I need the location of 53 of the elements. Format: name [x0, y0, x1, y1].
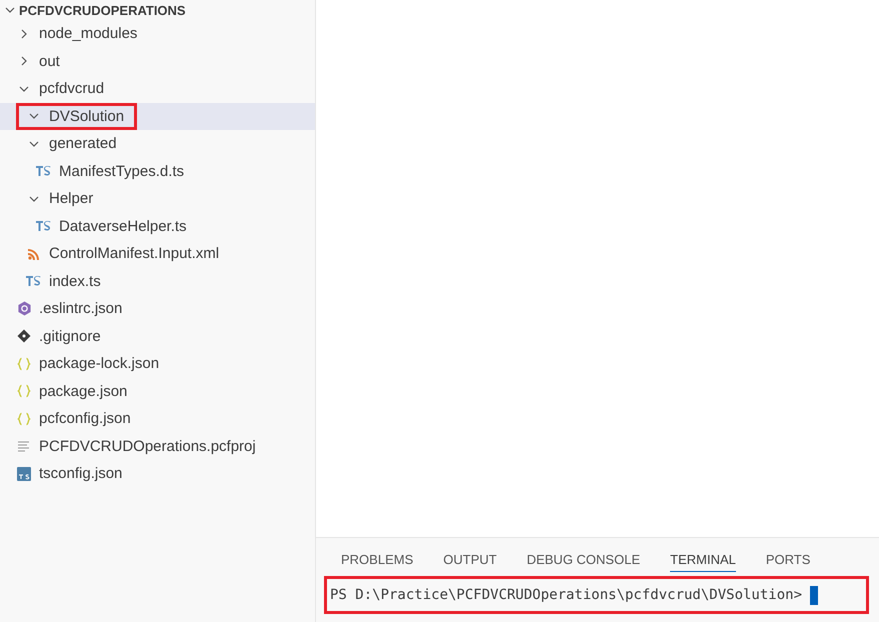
- file-row[interactable]: index.ts: [0, 268, 315, 295]
- file-row[interactable]: PCFDVCRUDOperations.pcfproj: [0, 432, 315, 460]
- file-row[interactable]: tsconfig.json: [0, 460, 315, 488]
- project-title: PCFDVCRUDOPERATIONS: [19, 2, 186, 18]
- file-row[interactable]: pcfconfig.json: [0, 405, 315, 432]
- braces-icon: [17, 356, 31, 371]
- file-row[interactable]: package-lock.json: [0, 350, 315, 378]
- terminal-cursor: [810, 586, 818, 604]
- file-row[interactable]: DataverseHelper.ts: [0, 212, 315, 240]
- item-label: ControlManifest.Input.xml: [49, 245, 220, 262]
- item-label: package-lock.json: [39, 355, 160, 372]
- panel-tab[interactable]: DEBUG CONSOLE: [526, 552, 640, 572]
- folder-row[interactable]: generated: [0, 130, 315, 158]
- panel-tab[interactable]: OUTPUT: [443, 552, 497, 572]
- folder-row[interactable]: DVSolution: [0, 102, 315, 130]
- item-label: .gitignore: [39, 328, 101, 345]
- typescript-icon: [36, 221, 52, 232]
- rss-icon: [28, 248, 40, 260]
- file-row[interactable]: ControlManifest.Input.xml: [0, 240, 315, 268]
- panel-tab[interactable]: TERMINAL: [670, 552, 736, 572]
- panel-tab[interactable]: PORTS: [766, 552, 810, 572]
- item-label: index.ts: [49, 272, 101, 290]
- item-label: out: [39, 52, 60, 70]
- item-label: package.json: [39, 382, 128, 400]
- typescript-icon: [26, 276, 42, 286]
- item-label: ManifestTypes.d.ts: [59, 162, 184, 180]
- braces-icon: [17, 384, 31, 398]
- typescript-config-icon: [17, 466, 31, 481]
- file-row[interactable]: ManifestTypes.d.ts: [0, 158, 315, 185]
- item-label: tsconfig.json: [39, 465, 122, 482]
- text-lines-icon: [18, 440, 30, 452]
- item-label: .eslintrc.json: [39, 300, 122, 318]
- item-label: node_modules: [39, 25, 138, 42]
- terminal-prompt: PS D:\Practice\PCFDVCRUDOperations\pcfdvcrud\DVSolution>: [330, 587, 802, 603]
- git-icon: [17, 329, 31, 344]
- item-label: DVSolution: [19, 106, 134, 127]
- item-label: pcfconfig.json: [39, 410, 131, 428]
- item-label: generated: [49, 135, 117, 152]
- item-label: DataverseHelper.ts: [59, 218, 187, 235]
- panel-tab[interactable]: PROBLEMS: [341, 552, 414, 572]
- hexagon-icon: [16, 301, 32, 316]
- folder-row[interactable]: node_modules: [0, 20, 315, 48]
- item-label: pcfdvcrud: [39, 80, 104, 98]
- item-label: PCFDVCRUDOperations.pcfproj: [39, 438, 256, 455]
- folder-row[interactable]: out: [0, 48, 315, 75]
- braces-icon: [17, 412, 31, 426]
- item-label: Helper: [49, 190, 94, 208]
- file-row[interactable]: package.json: [0, 378, 315, 405]
- typescript-icon: [36, 166, 52, 176]
- folder-row[interactable]: pcfdvcrud: [0, 75, 315, 102]
- file-row[interactable]: .eslintrc.json: [0, 295, 315, 322]
- folder-row[interactable]: Helper: [0, 185, 315, 212]
- file-row[interactable]: .gitignore: [0, 322, 315, 350]
